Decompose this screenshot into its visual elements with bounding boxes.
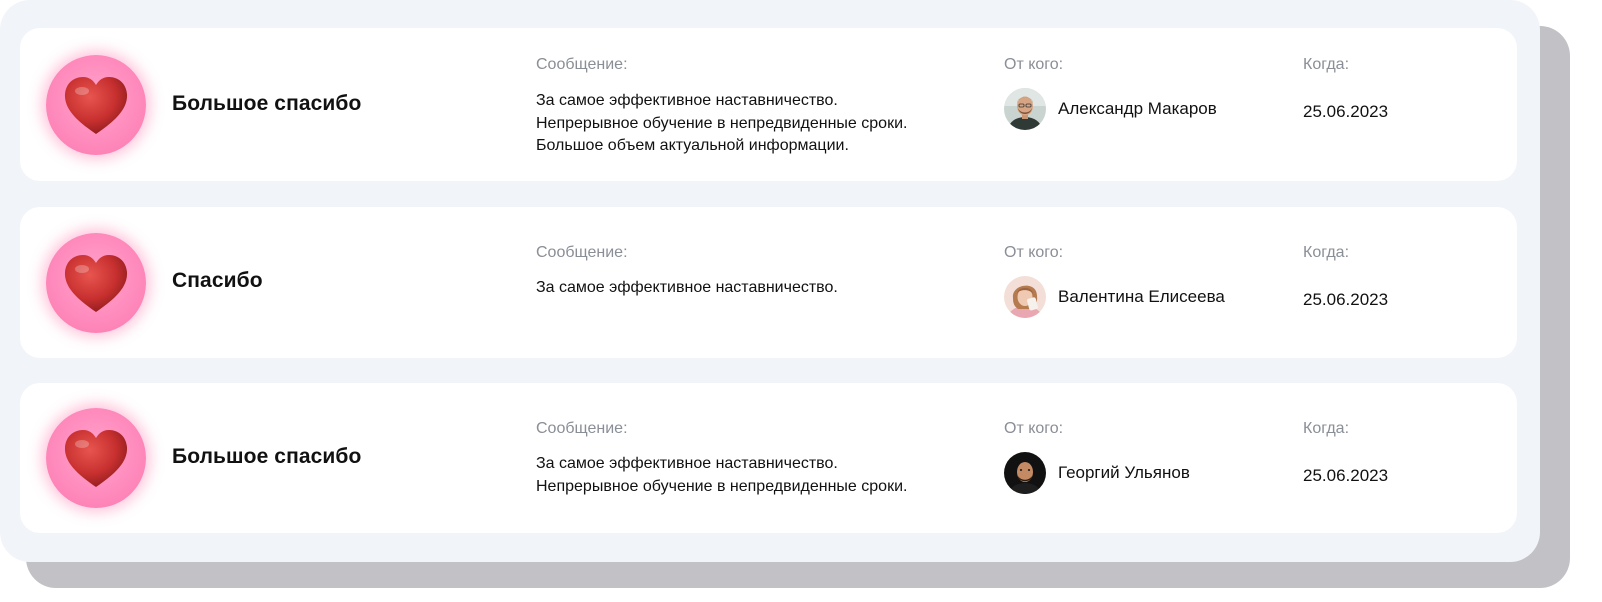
heart-badge (46, 233, 146, 333)
thanks-card[interactable]: Большое спасибо Сообщение: За самое эффе… (20, 28, 1517, 181)
message-line: Непрерывное обучение в непредвиденные ср… (536, 477, 908, 495)
heart-icon (64, 77, 128, 134)
message-line: За самое эффективное наставничество. (536, 455, 838, 472)
message-label: Сообщение: (536, 420, 628, 437)
sender[interactable]: Александр Макаров (1004, 88, 1217, 130)
message-line: За самое эффективное наставничество. (536, 279, 838, 296)
award-title: Большое спасибо (172, 445, 362, 468)
sender-name[interactable]: Георгий Ульянов (1058, 463, 1190, 483)
from-label: От кого: (1004, 56, 1064, 73)
sender[interactable]: Георгий Ульянов (1004, 452, 1190, 494)
sender[interactable]: Валентина Елисеева (1004, 276, 1225, 318)
when-label: Когда: (1303, 244, 1350, 261)
message-line: За самое эффективное наставничество. (536, 92, 838, 109)
award-title: Большое спасибо (172, 92, 362, 115)
thanks-list-panel: Большое спасибо Сообщение: За самое эффе… (0, 0, 1540, 562)
sender-name[interactable]: Валентина Елисеева (1058, 287, 1225, 307)
message-text: За самое эффективное наставничество. Неп… (536, 90, 976, 158)
award-title: Спасибо (172, 269, 263, 292)
when-label: Когда: (1303, 420, 1350, 437)
avatar-image (1004, 88, 1046, 130)
message-text: За самое эффективное наставничество. Неп… (536, 453, 976, 498)
sender-name[interactable]: Александр Макаров (1058, 99, 1217, 119)
from-label: От кого: (1004, 420, 1064, 437)
avatar[interactable] (1004, 276, 1046, 318)
heart-badge (46, 408, 146, 508)
message-line: Непрерывное обучение в непредвиденные ср… (536, 114, 908, 132)
message-line: Большое объем актуальной информации. (536, 137, 849, 154)
from-label: От кого: (1004, 244, 1064, 261)
avatar[interactable] (1004, 452, 1046, 494)
avatar-image (1004, 452, 1046, 494)
avatar[interactable] (1004, 88, 1046, 130)
heart-icon (64, 255, 128, 312)
date: 25.06.2023 (1303, 466, 1389, 485)
heart-icon (64, 430, 128, 487)
message-label: Сообщение: (536, 244, 628, 261)
thanks-card[interactable]: Спасибо Сообщение: За самое эффективное … (20, 207, 1517, 358)
thanks-card[interactable]: Большое спасибо Сообщение: За самое эффе… (20, 383, 1517, 533)
date: 25.06.2023 (1303, 102, 1389, 121)
heart-badge (46, 55, 146, 155)
message-text: За самое эффективное наставничество. (536, 277, 976, 300)
message-label: Сообщение: (536, 56, 628, 73)
when-label: Когда: (1303, 56, 1350, 73)
avatar-image (1004, 276, 1046, 318)
date: 25.06.2023 (1303, 290, 1389, 309)
